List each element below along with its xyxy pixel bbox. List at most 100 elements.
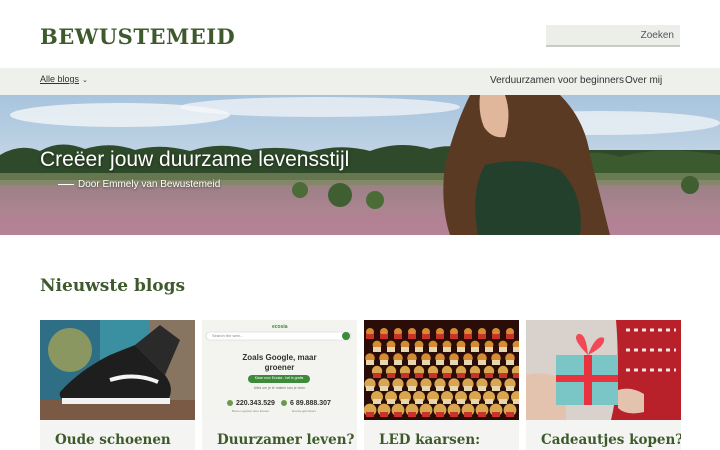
blog-card-led-candles[interactable]: LED kaarsen: [364, 320, 519, 450]
candle-holder [464, 334, 472, 339]
candle-holder [499, 399, 507, 404]
candle-holder [464, 412, 472, 417]
candle-holder [394, 386, 402, 391]
site-header: BEWUSTEMEID [0, 0, 720, 68]
nav-bar: Alle blogs ⌄ Verduurzamen voor beginners … [0, 68, 720, 95]
candle-holder [415, 373, 423, 378]
candle-holder [408, 412, 416, 417]
all-blogs-dropdown[interactable]: Alle blogs ⌄ [40, 74, 88, 84]
candle-holder [485, 399, 493, 404]
ecosia-headline-1: Zoals Google, maar [242, 353, 317, 362]
candle-holder [387, 373, 395, 378]
section-title: Nieuwste blogs [40, 276, 186, 296]
candle-holder [506, 386, 514, 391]
candle-holder [373, 347, 381, 352]
ecosia-cta: Klaar voor Ecosia - het is gratis [254, 376, 304, 380]
candle-holder [478, 412, 486, 417]
candle-holder [478, 360, 486, 365]
candle-holder [513, 399, 519, 404]
candle-holder [366, 334, 374, 339]
chevron-down-icon: ⌄ [82, 77, 88, 84]
candle-holder [380, 334, 388, 339]
candle-holder [506, 334, 514, 339]
candle-holder [387, 347, 395, 352]
candle-holder [506, 360, 514, 365]
card-title: Oude schoenen [55, 432, 171, 448]
candle-holder [513, 347, 519, 352]
candle-holder [471, 347, 479, 352]
card-image-candles [364, 320, 519, 420]
candle-holder [436, 334, 444, 339]
ecosia-stat-1: 220.343.529 [236, 400, 275, 407]
blog-card-sustainable[interactable]: ecosia Search the web... Zoals Google, m… [202, 320, 357, 450]
candle-holder [464, 386, 472, 391]
candle-holder [408, 360, 416, 365]
candle-holder [401, 373, 409, 378]
ecosia-headline-2: groener [264, 363, 295, 372]
candle-holder [401, 347, 409, 352]
candle-holder [485, 373, 493, 378]
blog-card-gifts[interactable]: Cadeautjes kopen? [526, 320, 681, 450]
candle-holder [373, 399, 381, 404]
candle-holder [471, 373, 479, 378]
candle-holder [408, 334, 416, 339]
candle-holder [366, 360, 374, 365]
search-input[interactable] [546, 25, 680, 46]
card-image-gift [526, 320, 681, 420]
candle-holder [457, 347, 465, 352]
candle-holder [457, 373, 465, 378]
candle-holder [366, 412, 374, 417]
candle-holder [450, 386, 458, 391]
candle-holder [394, 360, 402, 365]
candle-holder [380, 386, 388, 391]
candle-holder [499, 373, 507, 378]
ecosia-logo: ecosia [272, 324, 288, 330]
candle-holder [443, 347, 451, 352]
hero-divider [58, 184, 74, 185]
ecosia-stat-2-label: Ecosia-gebruikers [292, 409, 317, 413]
candle-holder [450, 360, 458, 365]
candle-holder [513, 373, 519, 378]
candle-holder [415, 399, 423, 404]
candle-holder [436, 412, 444, 417]
candle-holder [408, 386, 416, 391]
search-box[interactable] [546, 25, 680, 47]
candle-holder [471, 399, 479, 404]
candle-holder [464, 360, 472, 365]
candle-holder [492, 386, 500, 391]
candle-holder [492, 334, 500, 339]
ecosia-search-placeholder: Search the web... [212, 333, 244, 338]
hero-subtitle: Door Emmely van Bewustemeid [78, 179, 221, 190]
candle-holder [422, 412, 430, 417]
ecosia-stat-2: 6 89.888.307 [290, 400, 331, 407]
candle-holder [436, 386, 444, 391]
blog-card-shoes[interactable]: Oude schoenen [40, 320, 195, 450]
nav-link-about[interactable]: Over mij [625, 75, 662, 86]
card-image-ecosia: ecosia Search the web... Zoals Google, m… [202, 320, 357, 420]
candle-holder [457, 399, 465, 404]
candle-holder [443, 399, 451, 404]
candle-holder [394, 412, 402, 417]
candle-holder [422, 334, 430, 339]
card-image-shoes [40, 320, 195, 420]
candle-holder [492, 360, 500, 365]
site-logo[interactable]: BEWUSTEMEID [40, 24, 235, 49]
candle-holder [387, 399, 395, 404]
candle-holder [394, 334, 402, 339]
candle-holder [436, 360, 444, 365]
candle-holder [380, 360, 388, 365]
candle-holder [478, 386, 486, 391]
candle-holder [506, 412, 514, 417]
candle-holder [422, 386, 430, 391]
candle-holder [492, 412, 500, 417]
candle-holder [450, 412, 458, 417]
candle-holder [429, 373, 437, 378]
ecosia-stat-1-label: Bomen geplant door Ecosia [232, 409, 269, 413]
candle-holder [429, 347, 437, 352]
candle-holder [380, 412, 388, 417]
candle-holder [422, 360, 430, 365]
ecosia-sub: Alles om je te maken kan je doen [253, 386, 306, 390]
card-title: Cadeautjes kopen? [541, 432, 681, 448]
candle-holder [485, 347, 493, 352]
nav-link-beginners[interactable]: Verduurzamen voor beginners [490, 75, 624, 86]
